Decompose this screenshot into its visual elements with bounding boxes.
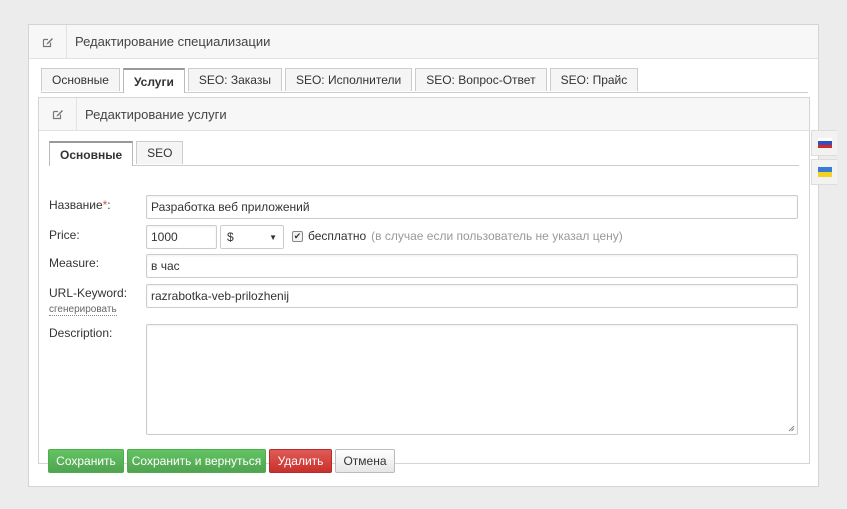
- save-button[interactable]: Сохранить: [48, 449, 124, 473]
- tab-main[interactable]: Основные: [41, 68, 120, 91]
- resize-handle-icon[interactable]: [788, 425, 795, 432]
- chevron-down-icon: ▼: [269, 232, 277, 242]
- edit-icon: [29, 24, 67, 59]
- name-field[interactable]: [146, 195, 798, 219]
- service-panel-header: Редактирование услуги: [39, 97, 809, 131]
- ua-flag-icon: [817, 167, 832, 177]
- specialization-tabs: Основные Услуги SEO: Заказы SEO: Исполни…: [41, 68, 808, 93]
- price-field[interactable]: [146, 225, 217, 249]
- tab-services[interactable]: Услуги: [122, 68, 185, 93]
- url-keyword-field[interactable]: [146, 284, 798, 308]
- description-label: Description:: [49, 326, 113, 340]
- cancel-button[interactable]: Отмена: [335, 449, 395, 473]
- specialization-edit-panel: Редактирование специализации Основные Ус…: [28, 24, 819, 487]
- currency-value: $: [227, 230, 234, 244]
- free-hint: (в случае если пользователь не указал це…: [371, 229, 623, 243]
- service-panel-title: Редактирование услуги: [85, 106, 227, 122]
- ru-flag-icon: [817, 138, 832, 148]
- save-and-return-button[interactable]: Сохранить и вернуться: [127, 449, 266, 473]
- tab-service-main[interactable]: Основные: [49, 141, 134, 166]
- tab-seo-performers[interactable]: SEO: Исполнители: [284, 68, 413, 91]
- language-ru-button[interactable]: [811, 130, 837, 156]
- description-field[interactable]: [146, 324, 798, 435]
- tab-seo-price[interactable]: SEO: Прайс: [549, 68, 639, 91]
- service-edit-panel: Редактирование услуги Основные SEO Назва…: [38, 97, 810, 473]
- free-checkbox-group: ✔ бесплатно (в случае если пользователь …: [292, 229, 623, 243]
- delete-button[interactable]: Удалить: [269, 449, 332, 473]
- service-tabs: Основные SEO: [49, 141, 799, 166]
- tab-seo-qa[interactable]: SEO: Вопрос-Ответ: [415, 68, 547, 91]
- measure-field[interactable]: [146, 254, 798, 278]
- tab-service-seo[interactable]: SEO: [136, 141, 184, 164]
- generate-link[interactable]: сгенерировать: [49, 304, 117, 316]
- free-checkbox[interactable]: ✔: [292, 230, 303, 242]
- edit-icon: [39, 97, 77, 131]
- measure-label: Measure:: [49, 256, 100, 270]
- tab-seo-orders[interactable]: SEO: Заказы: [187, 68, 282, 91]
- url-label: URL-Keyword:: [49, 286, 128, 300]
- free-label: бесплатно: [308, 229, 367, 243]
- name-label: Название*:: [49, 198, 111, 212]
- language-ua-button[interactable]: [811, 159, 837, 185]
- price-label: Price:: [49, 228, 80, 242]
- page-title: Редактирование специализации: [75, 34, 271, 49]
- currency-select[interactable]: $ ▼: [220, 225, 284, 249]
- panel-header: Редактирование специализации: [29, 24, 818, 59]
